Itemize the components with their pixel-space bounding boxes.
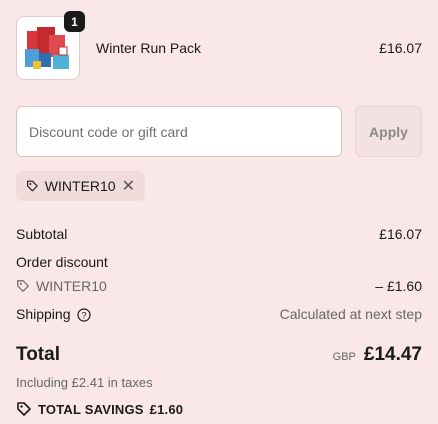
subtotal-row: Subtotal £16.07	[16, 226, 422, 242]
discount-value: – £1.60	[375, 278, 422, 294]
discount-code-label: WINTER10	[36, 278, 107, 294]
total-savings-label: TOTAL SAVINGS	[38, 401, 144, 417]
svg-text:?: ?	[81, 311, 86, 321]
shipping-row: Shipping? Calculated at next step	[16, 306, 422, 322]
shipping-label: Shipping	[16, 306, 71, 322]
order-discount-label: Order discount	[16, 254, 108, 270]
applied-discount-chip: WINTER10 ✕	[16, 171, 145, 201]
total-row: Total GBP £14.47	[16, 344, 422, 366]
quantity-badge: 1	[64, 11, 85, 32]
product-image-icon	[25, 27, 69, 69]
order-discount-row: Order discount	[16, 254, 422, 270]
applied-discount-code: WINTER10	[44, 178, 116, 194]
subtotal-value: £16.07	[379, 226, 422, 242]
close-icon[interactable]: ✕	[122, 176, 135, 196]
taxes-note: Including £2.41 in taxes	[16, 375, 153, 390]
product-name: Winter Run Pack	[96, 40, 202, 56]
cart-line-item: 1 Winter Run Pack £16.07	[16, 11, 422, 80]
product-thumbnail: 1	[16, 11, 85, 80]
currency-code: GBP	[332, 351, 356, 363]
total-savings: TOTAL SAVINGS £1.60	[16, 401, 183, 417]
tag-icon	[27, 180, 38, 192]
discount-code-row: WINTER10 – £1.60	[16, 278, 422, 294]
discount-form: Apply	[16, 106, 422, 157]
apply-button[interactable]: Apply	[355, 106, 422, 157]
total-label: Total	[16, 344, 60, 365]
subtotal-label: Subtotal	[16, 226, 68, 242]
help-icon[interactable]: ?	[76, 308, 91, 322]
tag-icon	[17, 402, 31, 416]
total-savings-value: £1.60	[149, 401, 184, 417]
total-amount: £14.47	[363, 344, 422, 365]
product-price: £16.07	[379, 40, 422, 56]
shipping-value: Calculated at next step	[279, 306, 422, 323]
tag-icon	[17, 280, 29, 292]
discount-code-input[interactable]	[16, 106, 342, 157]
